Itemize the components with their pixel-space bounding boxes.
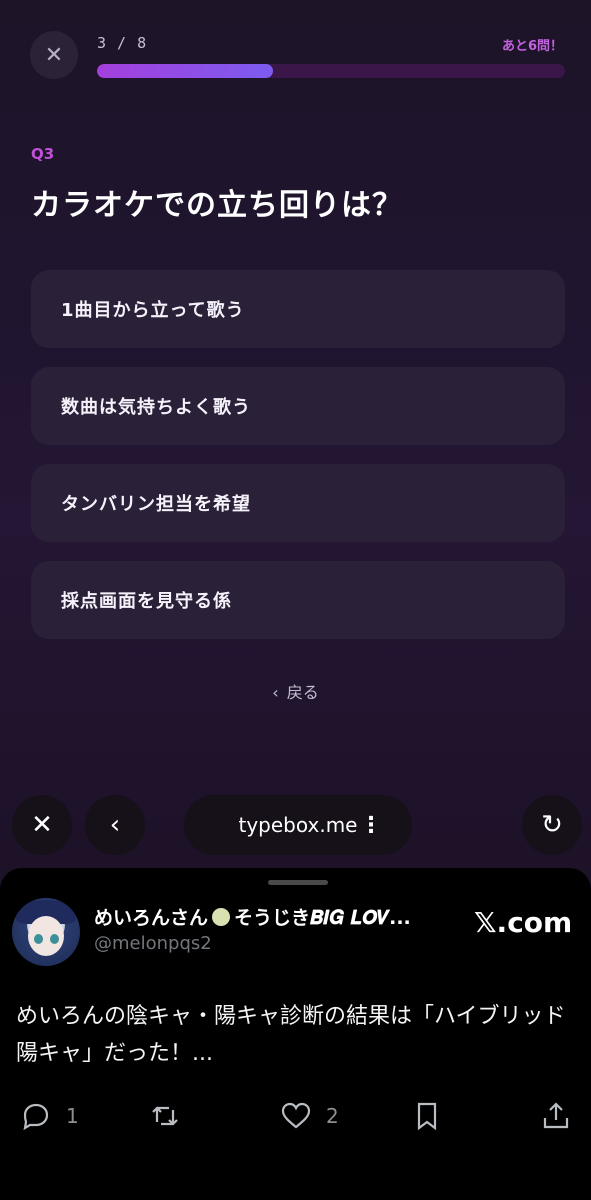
retweet-button[interactable] (149, 1096, 181, 1136)
share-icon (543, 1102, 569, 1129)
remaining-questions: あと6問！ (501, 39, 563, 54)
share-button[interactable] (540, 1096, 572, 1136)
question-number: Q3 (31, 145, 55, 163)
retweet-icon (152, 1106, 178, 1126)
avatar[interactable] (12, 898, 80, 966)
answer-option-2[interactable]: 数曲は気持ちよく歌う (31, 367, 565, 445)
like-count: 2 (326, 1104, 339, 1128)
progress-count: 3 / 8 (97, 34, 148, 52)
url-text: typebox.me (238, 813, 358, 837)
reload-button[interactable]: ↻ (522, 795, 582, 855)
quiz-screen: ✕ 3 / 8 あと6問！ Q3 カラオケでの立ち回りは？ 1曲目から立って歌う… (0, 0, 591, 870)
progress-fill (97, 64, 273, 78)
heart-icon (281, 1102, 311, 1129)
author-name-suffix: そうじき𝑩𝑰𝑮 𝑳𝑶𝑽... (234, 907, 411, 929)
chevron-left-icon: ‹ (109, 810, 121, 840)
url-bar[interactable]: typebox.me ⋮ (184, 795, 412, 855)
author-name-text: めいろんさん (94, 907, 209, 929)
reply-button[interactable]: 1 (20, 1096, 79, 1136)
bookmark-button[interactable] (411, 1096, 443, 1136)
close-icon: ✕ (31, 810, 53, 840)
x-com-logo: 𝕏.com (474, 906, 573, 939)
chevron-left-icon: ‹ (272, 683, 279, 702)
browser-close-button[interactable]: ✕ (12, 795, 72, 855)
browser-back-button[interactable]: ‹ (85, 795, 145, 855)
browser-toolbar: ✕ ‹ typebox.me ⋮ ↻ (0, 795, 591, 855)
reply-icon (23, 1103, 49, 1131)
tweet-author-handle[interactable]: @melonpqs2 (94, 933, 212, 954)
question-title: カラオケでの立ち回りは？ (31, 188, 403, 223)
bookmark-icon (417, 1102, 437, 1131)
back-label: 戻る (286, 683, 319, 702)
answer-option-3[interactable]: タンバリン担当を希望 (31, 464, 565, 542)
answer-options: 1曲目から立って歌う 数曲は気持ちよく歌う タンバリン担当を希望 採点画面を見守… (31, 270, 565, 658)
answer-option-1[interactable]: 1曲目から立って歌う (31, 270, 565, 348)
back-link[interactable]: ‹ 戻る (0, 679, 591, 703)
progress-bar (97, 64, 565, 78)
sheet-drag-handle[interactable] (268, 880, 328, 885)
more-vertical-icon[interactable]: ⋮ (360, 813, 382, 838)
answer-option-4[interactable]: 採点画面を見守る係 (31, 561, 565, 639)
like-button[interactable]: 2 (280, 1096, 339, 1136)
tweet-actions: 1 2 (0, 1096, 591, 1136)
tweet-text[interactable]: めいろんの陰キャ・陽キャ診断の結果は「ハイブリッド陽キャ」だった！... (16, 998, 576, 1072)
melon-icon (212, 908, 231, 926)
quiz-close-button[interactable]: ✕ (30, 31, 78, 79)
tweet-author-name[interactable]: めいろんさん そうじき𝑩𝑰𝑮 𝑳𝑶𝑽... (94, 903, 411, 930)
reply-count: 1 (66, 1104, 79, 1128)
reload-icon: ↻ (541, 810, 563, 840)
close-icon: ✕ (44, 42, 64, 68)
